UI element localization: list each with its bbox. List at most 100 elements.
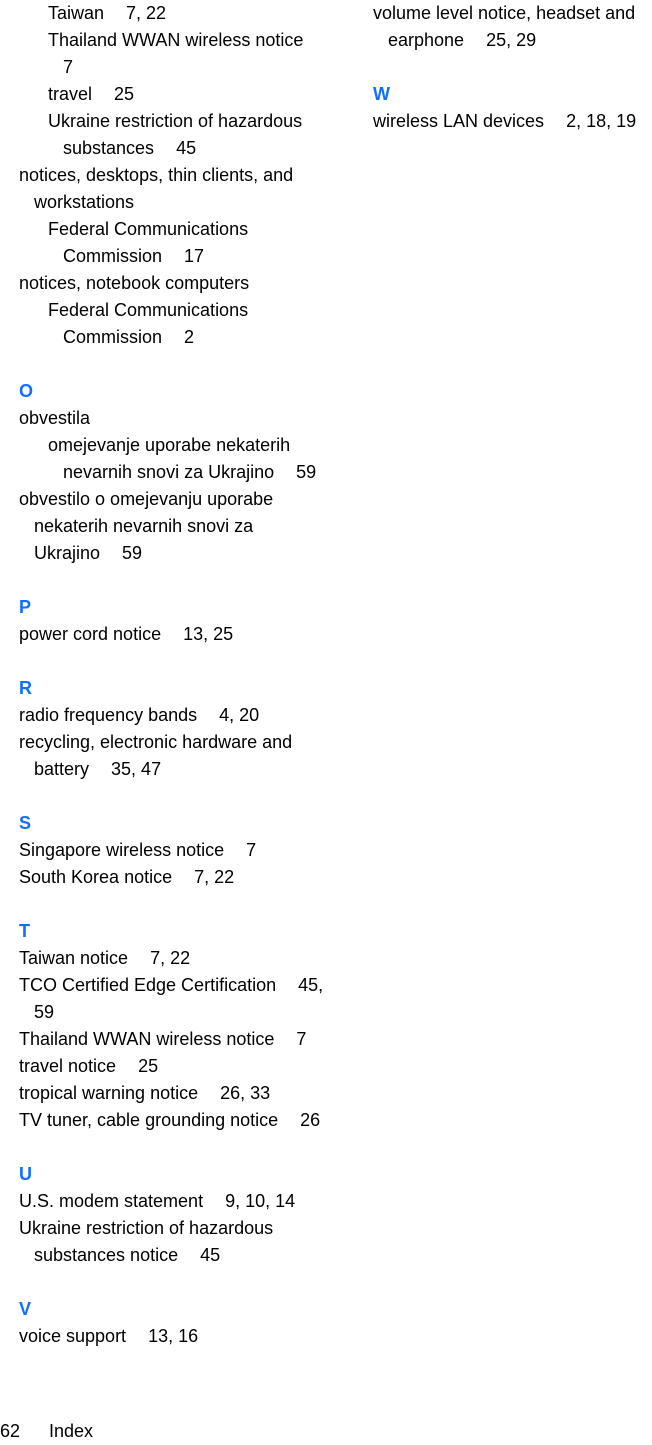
entry-pages[interactable]: 35, 47 <box>111 759 161 779</box>
index-entry: travel notice 25 <box>19 1053 349 1080</box>
entry-pages[interactable]: 7 <box>246 840 256 860</box>
entry-term: 59 <box>34 1002 55 1022</box>
index-entry: substances notice 45 <box>19 1242 349 1269</box>
entry-term: notices, desktops, thin clients, and <box>19 165 294 185</box>
index-entry: travel 25 <box>19 81 349 108</box>
index-entry: 59 <box>19 999 349 1026</box>
index-entry: omejevanje uporabe nekaterih <box>19 432 349 459</box>
entry-term: substances <box>63 138 155 158</box>
entry-term: tropical warning notice <box>19 1083 199 1103</box>
index-letter-heading: W <box>373 84 390 104</box>
entry-pages[interactable]: 7 <box>296 1029 306 1049</box>
entry-pages[interactable]: 25, 29 <box>486 30 536 50</box>
index-entry: obvestilo o omejevanju uporabe <box>19 486 349 513</box>
entry-term: travel <box>48 84 93 104</box>
index-entry: earphone 25, 29 <box>373 27 652 54</box>
index-entry: substances 45 <box>19 135 349 162</box>
entry-term: Federal Communications <box>48 219 249 239</box>
entry-pages[interactable]: 45, <box>298 975 323 995</box>
index-entry: recycling, electronic hardware and <box>19 729 349 756</box>
entry-pages[interactable]: 7, 22 <box>194 867 234 887</box>
entry-term: Ukraine restriction of hazardous <box>48 111 303 131</box>
entry-term: U.S. modem statement <box>19 1191 204 1211</box>
index-entry: U.S. modem statement 9, 10, 14 <box>19 1188 349 1215</box>
index-letter-heading: O <box>19 381 34 401</box>
entry-pages[interactable]: 59 <box>122 543 142 563</box>
entry-pages[interactable]: 17 <box>184 246 204 266</box>
index-entry: workstations <box>19 189 349 216</box>
entry-pages[interactable]: 7, 22 <box>150 948 190 968</box>
entry-pages[interactable]: 2, 18, 19 <box>566 111 636 131</box>
entry-pages[interactable]: 25 <box>138 1056 158 1076</box>
entry-pages[interactable]: 45 <box>200 1245 220 1265</box>
entry-term: South Korea notice <box>19 867 173 887</box>
entry-term: power cord notice <box>19 624 162 644</box>
entry-term: TCO Certified Edge Certification <box>19 975 277 995</box>
index-entry: nekaterih nevarnih snovi za <box>19 513 349 540</box>
entry-term: nekaterih nevarnih snovi za <box>34 516 254 536</box>
index-entry: radio frequency bands 4, 20 <box>19 702 349 729</box>
entry-pages[interactable]: 7, 22 <box>126 3 166 23</box>
entry-pages[interactable]: 26 <box>300 1110 320 1130</box>
index-entry: Taiwan 7, 22 <box>19 0 349 27</box>
entry-term: earphone <box>388 30 465 50</box>
entry-pages[interactable]: 59 <box>296 462 316 482</box>
entry-term: TV tuner, cable grounding notice <box>19 1110 279 1130</box>
entry-term: wireless LAN devices <box>373 111 545 131</box>
index-entry: South Korea notice 7, 22 <box>19 864 349 891</box>
index-entry: voice support 13, 16 <box>19 1323 349 1350</box>
index-entry: Federal Communications <box>19 216 349 243</box>
entry-term: Thailand WWAN wireless notice <box>19 1029 275 1049</box>
entry-term: nevarnih snovi za Ukrajino <box>63 462 275 482</box>
entry-term: substances notice <box>34 1245 179 1265</box>
index-letter-heading: T <box>19 921 30 941</box>
entry-term: Commission <box>63 246 163 266</box>
entry-pages[interactable]: 13, 25 <box>183 624 233 644</box>
index-column-right: volume level notice, headset and earphone… <box>373 0 652 135</box>
index-entry: Ukrajino 59 <box>19 540 349 567</box>
entry-term: obvestilo o omejevanju uporabe <box>19 489 274 509</box>
entry-term: obvestila <box>19 408 91 428</box>
index-entry: Singapore wireless notice 7 <box>19 837 349 864</box>
index-letter-heading: R <box>19 678 32 698</box>
index-column-left: Taiwan 7, 22 Thailand WWAN wireless notice… <box>19 0 349 1350</box>
entry-pages[interactable]: 45 <box>176 138 196 158</box>
index-entry: obvestila <box>19 405 349 432</box>
index-letter-heading: P <box>19 597 32 617</box>
entry-pages[interactable]: 13, 16 <box>148 1326 198 1346</box>
entry-pages[interactable]: 25 <box>114 84 134 104</box>
entry-term: battery <box>34 759 90 779</box>
index-entry: Commission 17 <box>19 243 349 270</box>
index-letter-heading: U <box>19 1164 32 1184</box>
entry-term: workstations <box>34 192 135 212</box>
index-entry: volume level notice, headset and <box>373 0 652 27</box>
index-entry: Commission 2 <box>19 324 349 351</box>
entry-pages[interactable]: 2 <box>184 327 194 347</box>
entry-term: omejevanje uporabe nekaterih <box>48 435 291 455</box>
index-letter-heading: V <box>19 1299 32 1319</box>
index-letter-heading: S <box>19 813 32 833</box>
entry-term: Federal Communications <box>48 300 249 320</box>
entry-term: Singapore wireless notice <box>19 840 225 860</box>
index-entry: Taiwan notice 7, 22 <box>19 945 349 972</box>
entry-term: Ukraine restriction of hazardous <box>19 1218 274 1238</box>
index-entry: notices, notebook computers <box>19 270 349 297</box>
entry-term: Taiwan <box>48 3 105 23</box>
entry-term: Ukrajino <box>34 543 101 563</box>
entry-pages[interactable]: 9, 10, 14 <box>225 1191 295 1211</box>
entry-term: travel notice <box>19 1056 117 1076</box>
entry-term: notices, notebook computers <box>19 273 250 293</box>
entry-pages[interactable]: 26, 33 <box>220 1083 270 1103</box>
entry-term: Thailand WWAN wireless notice <box>48 30 304 50</box>
index-entry: 7 <box>19 54 349 81</box>
page-number: 62 <box>0 1421 21 1441</box>
entry-pages[interactable]: 4, 20 <box>219 705 259 725</box>
